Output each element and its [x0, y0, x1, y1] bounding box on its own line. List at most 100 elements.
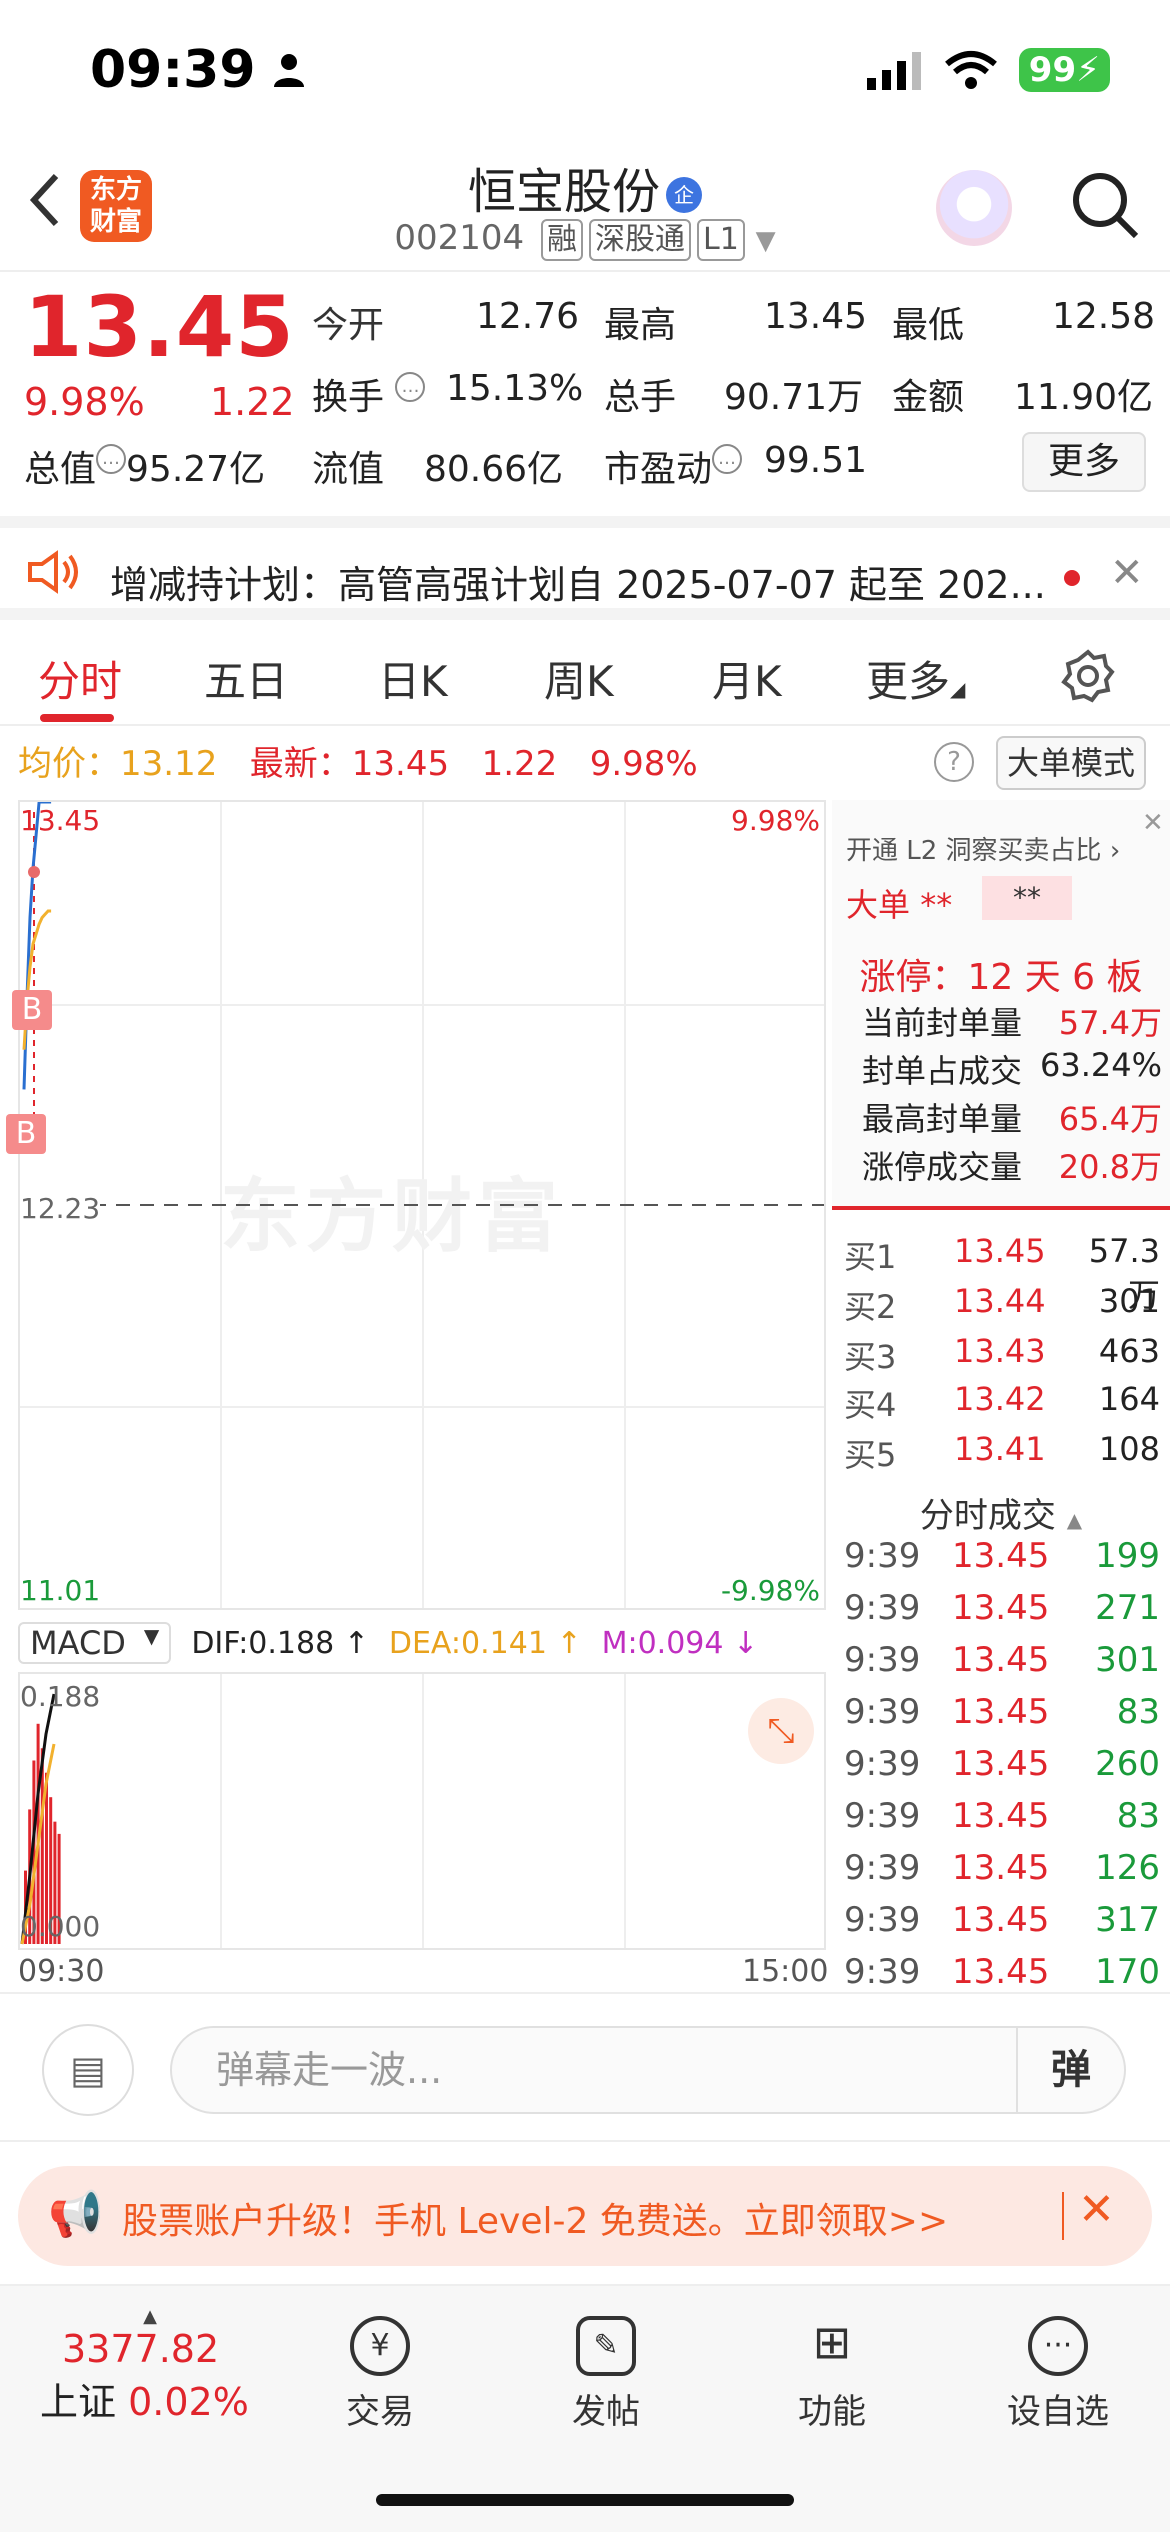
tag-shenzhen-connect: 深股通 — [588, 219, 691, 261]
barrage-settings-icon[interactable]: ▤ — [42, 2024, 134, 2116]
market-cap-value: 95.27亿 — [126, 449, 266, 490]
market-cap-label: 总值 — [24, 449, 97, 490]
close-icon[interactable]: ✕ — [1142, 808, 1164, 838]
trade-volume: 260 — [1095, 1744, 1160, 1784]
zt-row: 最高封单量 65.4万 — [862, 1094, 1162, 1140]
m-value: M:0.094 ↓ — [601, 1625, 759, 1661]
ob-label: 买4 — [844, 1386, 897, 1424]
info-icon[interactable]: … — [96, 444, 127, 474]
open-value: 12.76 — [476, 296, 580, 337]
dif-value: DIF:0.188 ↑ — [191, 1625, 369, 1661]
amount-value: 11.90亿 — [1014, 377, 1154, 418]
tab-daily-k[interactable]: 日K — [378, 648, 448, 709]
ticker-up-arrow-icon: ▲ — [143, 2306, 157, 2327]
help-icon[interactable]: ? — [934, 742, 974, 782]
close-icon[interactable]: ✕ — [1110, 550, 1144, 596]
tab-intraday[interactable]: 分时 — [38, 648, 122, 709]
trade-row: 9:39 13.45 271 — [844, 1588, 1160, 1628]
index-ticker[interactable]: ▲ 3377.82 上证 0.02% — [40, 2306, 260, 2426]
trade-volume: 301 — [1095, 1640, 1160, 1680]
index-name: 上证 — [40, 2380, 117, 2424]
volume-value: 90.71万 — [724, 377, 864, 418]
current-price: 13.45 — [24, 278, 295, 376]
tab-five-day[interactable]: 五日 — [204, 648, 288, 709]
float-cap-label: 流值 — [312, 449, 385, 490]
trade-time: 9:39 — [844, 1744, 921, 1784]
trade-volume: 271 — [1095, 1588, 1160, 1628]
more-button[interactable]: 更多 — [1022, 432, 1146, 492]
barrage-toggle-button[interactable]: 弹 — [1016, 2028, 1124, 2112]
info-icon[interactable]: … — [712, 444, 743, 474]
tag-level: L1 — [696, 219, 745, 261]
status-indicators: 99⚡ — [866, 48, 1110, 92]
ob-price: 13.41 — [954, 1430, 1046, 1468]
zt-label: 最高封单量 — [862, 1100, 1023, 1138]
battery-level: 99 — [1028, 50, 1077, 90]
expand-icon[interactable]: ⤡ — [748, 1698, 814, 1764]
ob-label: 买3 — [844, 1338, 897, 1376]
tab-weekly-k[interactable]: 周K — [544, 648, 614, 709]
nav-add-watchlist-label: 设自选 — [1007, 2392, 1109, 2432]
trade-time: 9:39 — [844, 1692, 921, 1732]
zt-value: 63.24% — [1039, 1046, 1162, 1084]
limit-up-panel: 开通 L2 洞察买卖占比 › ✕ 大单 ** ** 涨停：12 天 6 板 当前… — [832, 800, 1170, 1206]
volume-label: 总手 — [604, 377, 677, 418]
trade-volume: 170 — [1095, 1952, 1160, 1992]
robot-assistant-icon[interactable] — [936, 170, 1012, 246]
latest-price-dot — [28, 866, 40, 878]
zt-row: 涨停成交量 20.8万 — [862, 1142, 1162, 1188]
trade-time: 9:39 — [844, 1848, 921, 1888]
macd-chart[interactable]: 0.188 0.000 ⤡ — [18, 1672, 826, 1950]
float-cap-value: 80.66亿 — [424, 449, 564, 490]
trade-price: 13.45 — [952, 1536, 1050, 1576]
ob-vol: 301 — [1098, 1282, 1160, 1320]
limit-up-title: 涨停：12 天 6 板 — [859, 957, 1143, 998]
nav-trade-label: 交易 — [346, 2392, 414, 2432]
buy-marker[interactable]: B — [6, 1114, 46, 1154]
more-dots-icon: ··· — [1028, 2316, 1088, 2376]
nav-functions[interactable]: ⊞ 功能 — [762, 2316, 902, 2433]
nav-trade[interactable]: ¥ 交易 — [310, 2316, 450, 2433]
trade-time: 9:39 — [844, 1536, 921, 1576]
holding-change-notice[interactable]: 增减持计划：高管高强计划自 2025-07-07 起至 202... ✕ — [0, 516, 1170, 620]
change-percent: 9.98% — [24, 380, 145, 424]
trade-price: 13.45 — [952, 1640, 1050, 1680]
stock-name-text: 恒宝股份 — [467, 164, 660, 220]
dropdown-caret-icon[interactable]: ▼ — [756, 226, 776, 256]
trade-volume: 199 — [1095, 1536, 1160, 1576]
zt-row: 封单占成交 63.24% — [862, 1046, 1162, 1092]
nav-post-label: 发帖 — [572, 2392, 640, 2432]
trade-row: 9:39 13.45 126 — [844, 1848, 1160, 1888]
zt-value: 65.4万 — [1058, 1100, 1162, 1138]
intraday-chart[interactable]: 东方财富 13.45 9.98% 12.23 11.01 -9.98% B B — [6, 800, 826, 1610]
yen-exchange-icon: ¥ — [350, 2316, 410, 2376]
trade-time: 9:39 — [844, 1900, 921, 1940]
battery-indicator: 99⚡ — [1018, 48, 1110, 92]
trade-time: 9:39 — [844, 1588, 921, 1628]
barrage-input[interactable]: 弹幕走一波... — [170, 2026, 1126, 2114]
close-icon[interactable]: ✕ — [1078, 2184, 1115, 2235]
ob-vol: 164 — [1098, 1380, 1160, 1418]
search-icon[interactable] — [1070, 170, 1140, 240]
settings-gear-icon[interactable] — [1060, 648, 1116, 704]
nav-add-watchlist[interactable]: ··· 设自选 — [988, 2316, 1128, 2433]
indicator-select[interactable]: MACD ▼ — [18, 1622, 172, 1664]
nav-post[interactable]: ✎ 发帖 — [536, 2316, 676, 2433]
big-order-row: 大单 ** — [846, 880, 952, 926]
ob-price: 13.44 — [954, 1282, 1046, 1320]
l2-upgrade-link[interactable]: 开通 L2 洞察买卖占比 › — [846, 830, 1120, 867]
level2-promo-banner[interactable]: 📢 股票账户升级！手机 Level-2 免费送。立即领取>> ✕ — [18, 2166, 1152, 2266]
big-order-mode-button[interactable]: 大单模式 — [996, 736, 1146, 790]
info-icon[interactable]: … — [395, 372, 426, 402]
quote-open: 今开 — [312, 296, 384, 348]
tab-more[interactable]: 更多◢ — [866, 648, 965, 709]
indicator-select-value: MACD — [30, 1624, 126, 1662]
buy-marker[interactable]: B — [12, 990, 52, 1030]
trades-header[interactable]: 分时成交 ▲ — [832, 1488, 1170, 1537]
change-amount: 1.22 — [210, 380, 295, 424]
orderbook-row: 买5 13.41 108 — [844, 1430, 1160, 1476]
time-start-label: 09:30 — [18, 1954, 105, 1989]
pe-label: 市盈动 — [604, 449, 713, 490]
zt-label: 当前封单量 — [862, 1004, 1023, 1042]
tab-monthly-k[interactable]: 月K — [712, 648, 782, 709]
